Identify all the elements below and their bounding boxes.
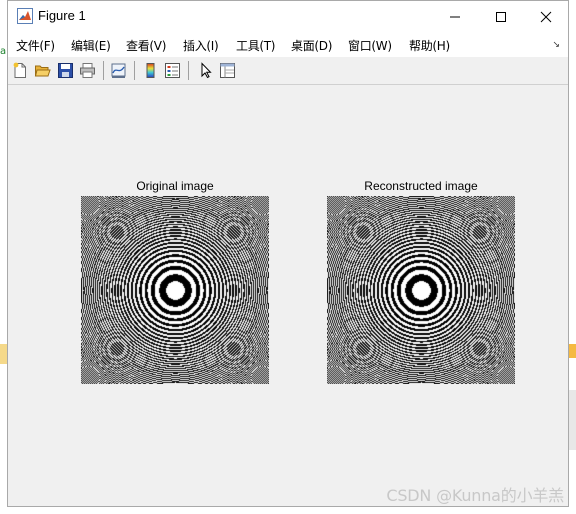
insert-legend-icon[interactable]	[164, 62, 181, 79]
dock-figure-icon[interactable]: ↘	[552, 40, 560, 50]
insert-colorbar-icon[interactable]	[142, 62, 159, 79]
menu-bar: 文件(F) 编辑(E) 查看(V) 插入(I) 工具(T) 桌面(D) 窗口(W…	[8, 32, 568, 57]
toolbar-separator	[134, 61, 135, 80]
menu-help[interactable]: 帮助(H)	[409, 37, 450, 54]
background-app-fragment	[568, 344, 576, 358]
link-plot-icon[interactable]	[110, 62, 127, 79]
menu-view[interactable]: 查看(V)	[126, 37, 166, 54]
menu-desktop[interactable]: 桌面(D)	[291, 37, 332, 54]
edit-plot-icon[interactable]	[197, 62, 214, 79]
reconstructed-image-axes[interactable]	[327, 196, 515, 384]
save-icon[interactable]	[57, 62, 74, 79]
watermark-text: CSDN @Kunna的小羊羔	[386, 486, 564, 505]
figure-window: Figure 1 文件(F) 编辑(E) 查看(V) 插入(I) 工具(T) 桌…	[7, 0, 569, 507]
original-image-axes[interactable]	[81, 196, 269, 384]
menu-insert[interactable]: 插入(I)	[183, 37, 219, 54]
minimize-icon	[450, 16, 460, 17]
close-icon	[540, 11, 552, 22]
new-figure-icon[interactable]	[12, 62, 29, 79]
open-file-icon[interactable]	[34, 62, 51, 79]
window-title: Figure 1	[38, 8, 86, 23]
maximize-icon	[496, 11, 506, 22]
toolbar-separator	[188, 61, 189, 80]
title-bar: Figure 1	[8, 1, 568, 32]
plot-title-original: Original image	[136, 179, 214, 193]
figure-toolbar	[8, 57, 568, 85]
toolbar-separator	[103, 61, 104, 80]
property-inspector-icon[interactable]	[219, 62, 236, 79]
print-icon[interactable]	[79, 62, 96, 79]
menu-edit[interactable]: 编辑(E)	[71, 37, 111, 54]
menu-window[interactable]: 窗口(W)	[348, 37, 392, 54]
close-button[interactable]	[523, 1, 569, 32]
menu-tools[interactable]: 工具(T)	[236, 37, 276, 54]
plot-title-reconstructed: Reconstructed image	[364, 179, 478, 193]
maximize-button[interactable]	[478, 1, 524, 32]
menu-file[interactable]: 文件(F)	[16, 37, 55, 54]
matlab-logo-icon	[17, 8, 33, 24]
minimize-button[interactable]	[432, 1, 478, 32]
